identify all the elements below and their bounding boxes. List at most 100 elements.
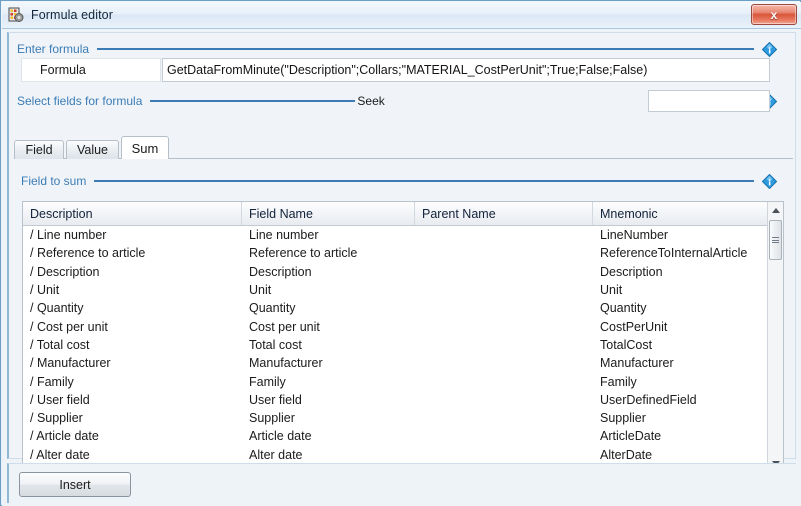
cell-parent-name	[415, 226, 593, 244]
close-icon: x	[770, 7, 778, 22]
close-button[interactable]: x	[751, 4, 797, 25]
tab-strip: Field Value Sum	[14, 136, 793, 159]
section-rule	[150, 100, 356, 102]
cell-field-name: Quantity	[249, 301, 296, 316]
cell-field-name: Reference to article	[249, 246, 358, 261]
cell-mnemonic: TotalCost	[600, 337, 653, 352]
cell-field-name: User field	[249, 392, 302, 407]
formula-editor-window: Formula editor x Enter formula Formula G…	[0, 0, 801, 506]
cell-parent-name	[415, 391, 593, 409]
table-row[interactable]: / Manufacturer Manufacturer Manufacturer	[23, 354, 768, 372]
cell-description: / Reference to article	[30, 246, 146, 261]
cell-mnemonic: Quantity	[600, 301, 647, 316]
cell-parent-name	[415, 409, 593, 427]
info-icon[interactable]	[761, 173, 778, 189]
formula-input[interactable]: GetDataFromMinute("Description";Collars;…	[162, 58, 770, 82]
cell-parent-name	[415, 427, 593, 445]
column-header-description[interactable]: Description	[23, 202, 242, 225]
cell-mnemonic: AlterDate	[600, 447, 653, 462]
section-select-fields-label: Select fields for formula	[17, 94, 143, 108]
cell-field-name: Alter date	[249, 447, 303, 462]
column-header-field-name[interactable]: Field Name	[242, 202, 415, 225]
tab-value[interactable]: Value	[66, 140, 119, 159]
cell-mnemonic: Manufacturer	[600, 356, 674, 371]
table-row[interactable]: / Line number Line number LineNumber	[23, 226, 768, 244]
cell-description: / Supplier	[30, 411, 83, 426]
formula-label: Formula	[40, 63, 86, 77]
cell-description: / Article date	[30, 429, 99, 444]
cell-parent-name	[415, 372, 593, 390]
insert-button-label: Insert	[59, 477, 91, 492]
table-row[interactable]: / User field User field UserDefinedField	[23, 391, 768, 409]
table-row[interactable]: / Supplier Supplier Supplier	[23, 409, 768, 427]
table-row[interactable]: / Unit Unit Unit	[23, 281, 768, 299]
info-icon[interactable]	[761, 41, 778, 57]
cell-field-name: Cost per unit	[249, 319, 320, 334]
tab-sum-label: Sum	[131, 140, 159, 156]
column-header-label: Parent Name	[422, 206, 496, 221]
cell-parent-name	[415, 354, 593, 372]
tab-field[interactable]: Field	[14, 140, 64, 159]
cell-mnemonic: Supplier	[600, 411, 646, 426]
table-row[interactable]: / Total cost Total cost TotalCost	[23, 336, 768, 354]
cell-parent-name	[415, 336, 593, 354]
cell-field-name: Article date	[249, 429, 312, 444]
cell-mnemonic: UserDefinedField	[600, 392, 697, 407]
cell-mnemonic: Family	[600, 374, 637, 389]
window-title: Formula editor	[31, 8, 113, 22]
section-rule	[94, 180, 754, 182]
table-row[interactable]: / Quantity Quantity Quantity	[23, 299, 768, 317]
column-header-parent-name[interactable]: Parent Name	[415, 202, 593, 225]
table-row[interactable]: / Cost per unit Cost per unit CostPerUnit	[23, 317, 768, 335]
cell-description: / Manufacturer	[30, 356, 111, 371]
cell-parent-name	[415, 244, 593, 262]
table-row[interactable]: / Alter date Alter date AlterDate	[23, 446, 768, 464]
cell-description: / Line number	[30, 228, 107, 243]
cell-mnemonic: ArticleDate	[600, 429, 662, 444]
cell-mnemonic: LineNumber	[600, 228, 669, 243]
cell-field-name: Supplier	[249, 411, 295, 426]
cell-parent-name	[415, 317, 593, 335]
section-enter-formula: Enter formula	[17, 41, 778, 57]
table-header-row: Description Field Name Parent Name Mnemo…	[23, 202, 768, 226]
section-field-to-sum-label: Field to sum	[21, 174, 87, 188]
tab-field-label: Field	[25, 143, 53, 157]
cell-mnemonic: CostPerUnit	[600, 319, 668, 334]
cell-mnemonic: Description	[600, 264, 663, 279]
column-header-label: Field Name	[249, 206, 313, 221]
table-row[interactable]: / Article date Article date ArticleDate	[23, 427, 768, 445]
cell-field-name: Line number	[249, 228, 319, 243]
title-bar: Formula editor x	[2, 2, 801, 29]
seek-input[interactable]	[648, 90, 770, 112]
main-panel: Enter formula Formula GetDataFromMinute(…	[7, 32, 796, 493]
cell-description: / Description	[30, 264, 100, 279]
table-row[interactable]: / Family Family Family	[23, 372, 768, 390]
formula-editor-icon	[8, 7, 24, 23]
cell-description: / Alter date	[30, 447, 90, 462]
cell-parent-name	[415, 281, 593, 299]
formula-label-box: Formula	[21, 58, 161, 82]
scroll-up-arrow-icon[interactable]	[768, 202, 783, 218]
cell-description: / Unit	[30, 283, 60, 298]
cell-parent-name	[415, 446, 593, 464]
table-body: / Line number Line number LineNumber / Refe…	[23, 226, 768, 471]
cell-field-name: Unit	[249, 283, 272, 298]
table-vertical-scrollbar[interactable]	[767, 202, 783, 471]
cell-description: / Family	[30, 374, 74, 389]
cell-description: / Total cost	[30, 337, 90, 352]
column-header-mnemonic[interactable]: Mnemonic	[593, 202, 768, 225]
vertical-scrollbar-thumb[interactable]	[769, 220, 782, 260]
tab-sum[interactable]: Sum	[121, 136, 169, 159]
tab-value-label: Value	[76, 143, 109, 157]
cell-field-name: Description	[249, 264, 312, 279]
cell-description: / Quantity	[30, 301, 84, 316]
cell-field-name: Total cost	[249, 337, 302, 352]
cell-parent-name	[415, 299, 593, 317]
column-header-label: Description	[30, 206, 93, 221]
table-row[interactable]: / Description Description Description	[23, 263, 768, 281]
insert-button[interactable]: Insert	[19, 472, 131, 497]
grip-icon	[772, 236, 779, 245]
section-field-to-sum: Field to sum	[21, 173, 778, 189]
table-row[interactable]: / Reference to article Reference to artic…	[23, 244, 768, 262]
section-enter-formula-label: Enter formula	[17, 42, 90, 56]
